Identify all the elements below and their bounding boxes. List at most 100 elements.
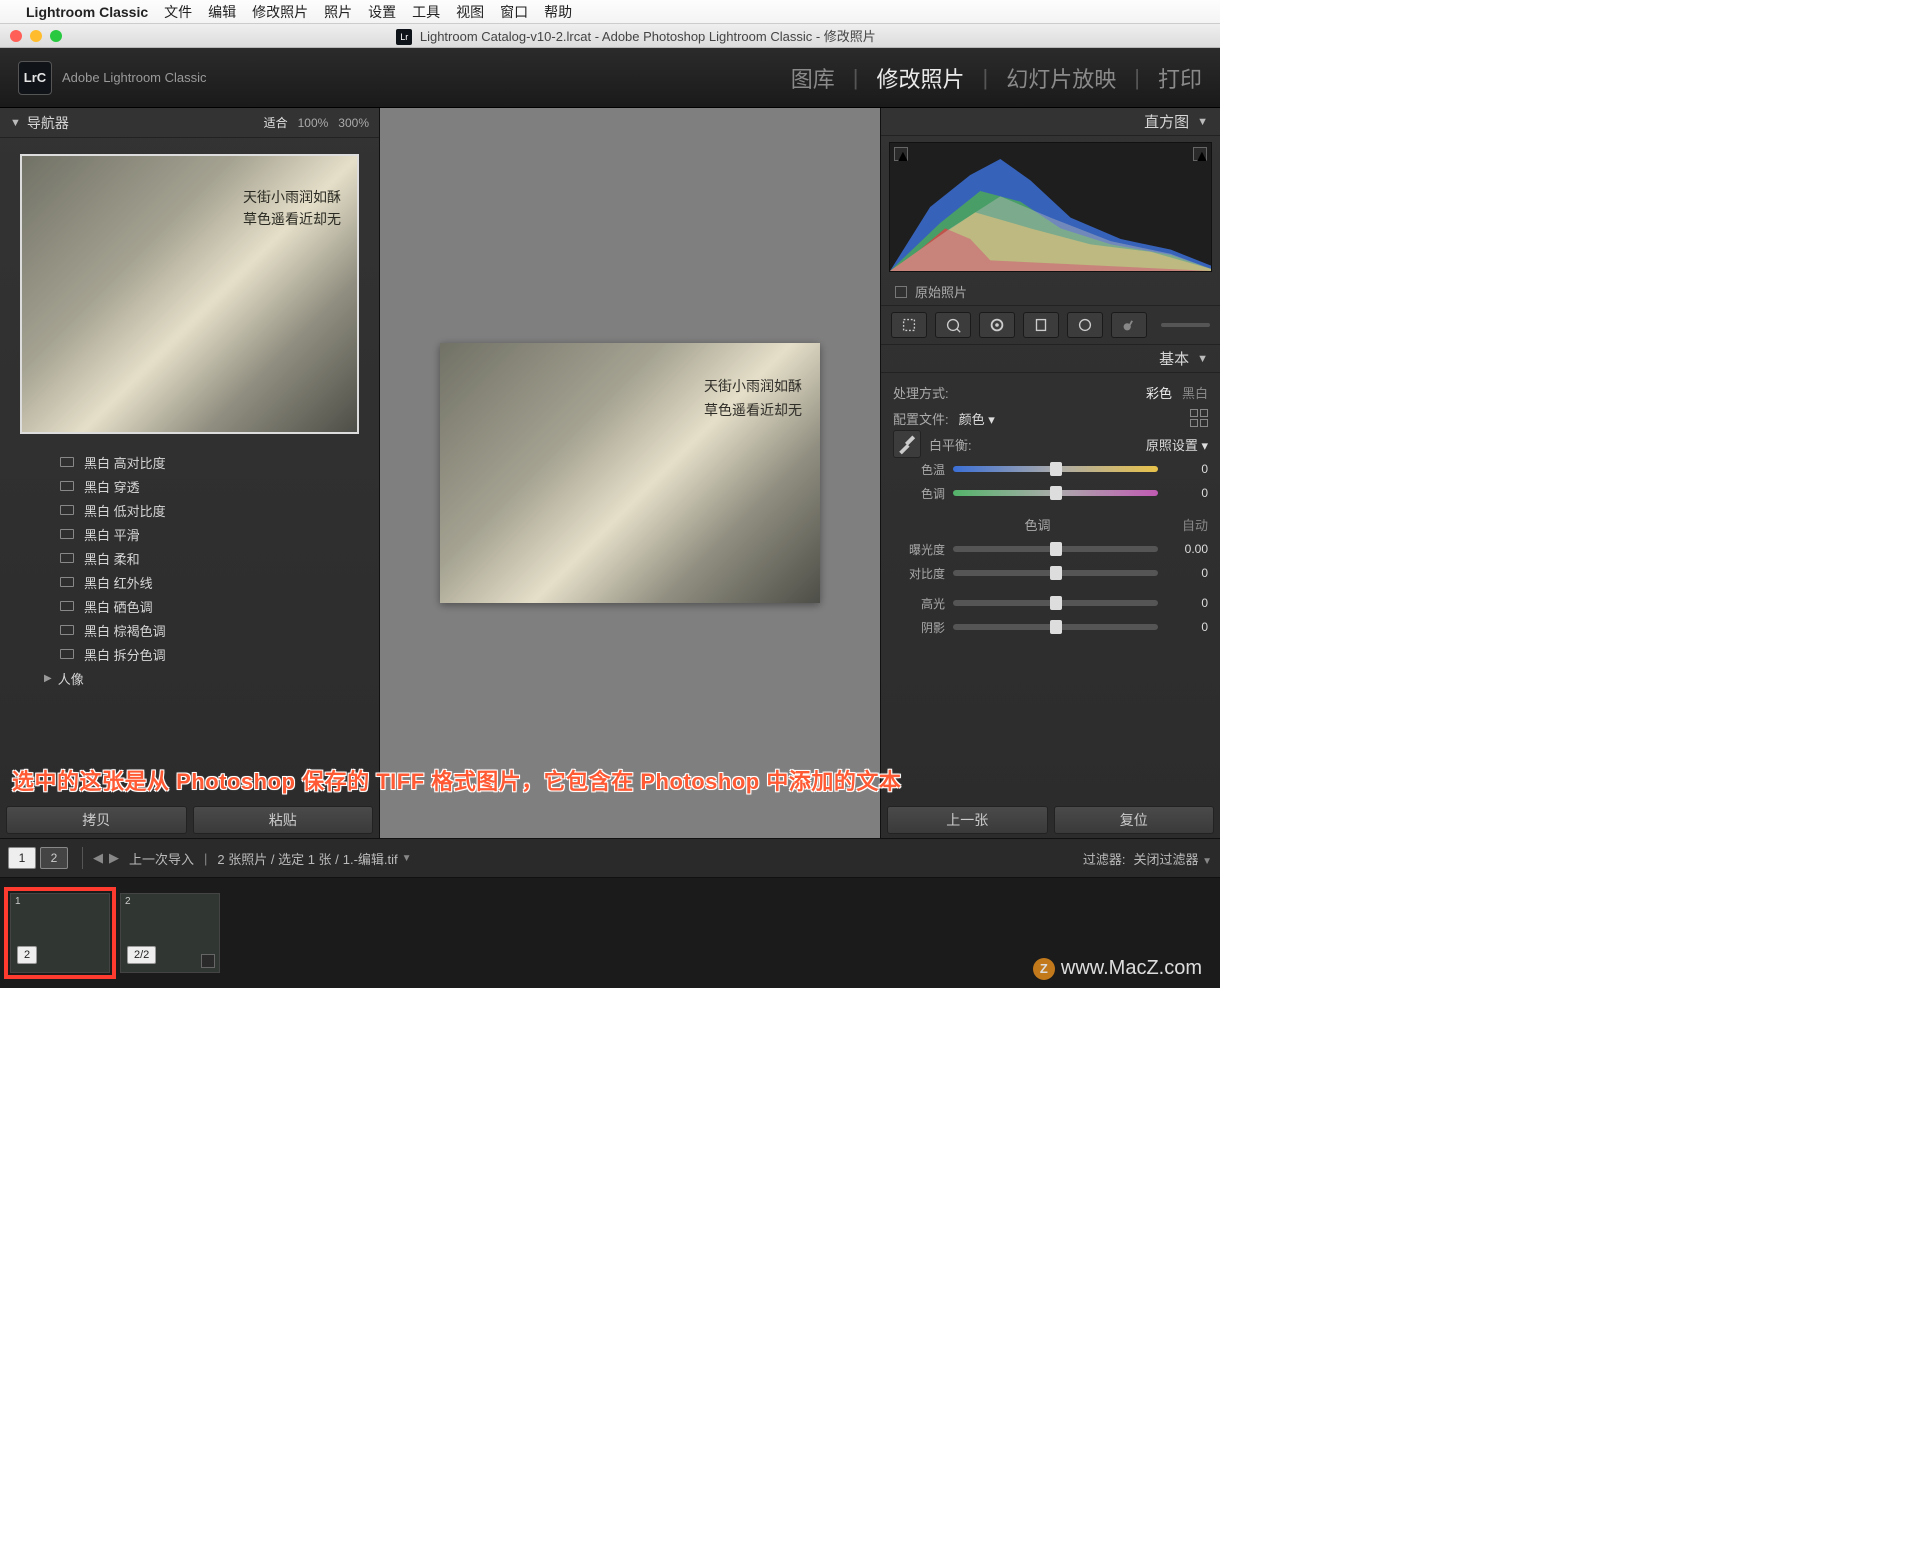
module-library[interactable]: 图库	[791, 62, 835, 94]
workspace: ▼ 导航器 适合 100% 300% 天街小雨润如酥 草色遥看近却无 黑白 高对…	[0, 108, 1220, 838]
auto-tone-button[interactable]: 自动	[1182, 515, 1208, 534]
tint-value[interactable]: 0	[1166, 486, 1208, 500]
zoom-300[interactable]: 300%	[338, 116, 369, 130]
preset-item[interactable]: 黑白 低对比度	[0, 498, 379, 522]
copy-button[interactable]: 拷贝	[6, 806, 187, 834]
preset-group[interactable]: ▶人像	[0, 666, 379, 690]
stack-badge[interactable]: 2/2	[127, 946, 156, 964]
wb-dropdown[interactable]: 原照设置 ▾	[1146, 435, 1208, 454]
module-sep: |	[1134, 65, 1140, 91]
original-label: 原始照片	[915, 282, 967, 301]
crop-tool-icon[interactable]	[891, 312, 927, 338]
checkbox-icon[interactable]	[895, 286, 907, 298]
menu-view[interactable]: 视图	[456, 2, 484, 22]
watermark-text: www.MacZ.com	[1061, 957, 1202, 980]
preset-item[interactable]: 黑白 柔和	[0, 546, 379, 570]
eyedropper-icon[interactable]	[893, 430, 921, 458]
paste-button[interactable]: 粘贴	[193, 806, 374, 834]
exposure-label: 曝光度	[893, 541, 945, 558]
temp-slider[interactable]	[953, 466, 1158, 472]
preset-item[interactable]: 黑白 拆分色调	[0, 642, 379, 666]
window-titlebar: Lr Lightroom Catalog-v10-2.lrcat - Adobe…	[0, 24, 1220, 48]
histogram-header[interactable]: 直方图 ▼	[881, 108, 1220, 136]
shadows-value[interactable]: 0	[1166, 620, 1208, 634]
filter-dropdown[interactable]: 关闭过滤器 ▼	[1133, 849, 1212, 868]
menu-photo[interactable]: 照片	[324, 2, 352, 22]
shadow-clip-icon[interactable]: ▲	[894, 147, 908, 161]
filmstrip-thumb[interactable]: 2 2/2	[120, 893, 220, 973]
module-slideshow[interactable]: 幻灯片放映	[1006, 62, 1116, 94]
preset-item[interactable]: 黑白 硒色调	[0, 594, 379, 618]
exposure-slider[interactable]	[953, 546, 1158, 552]
menu-develop[interactable]: 修改照片	[252, 2, 308, 22]
zoom-icon[interactable]	[50, 30, 62, 42]
menu-help[interactable]: 帮助	[544, 2, 572, 22]
shadows-slider[interactable]	[953, 624, 1158, 630]
menu-edit[interactable]: 编辑	[208, 2, 236, 22]
zoom-fit[interactable]: 适合	[264, 114, 288, 131]
zoom-100[interactable]: 100%	[298, 116, 329, 130]
spot-tool-icon[interactable]	[935, 312, 971, 338]
nav-back-icon[interactable]: ◀	[93, 850, 103, 866]
profile-browser-icon[interactable]	[1190, 409, 1208, 427]
tint-slider[interactable]	[953, 490, 1158, 496]
menu-settings[interactable]: 设置	[368, 2, 396, 22]
menu-file[interactable]: 文件	[164, 2, 192, 22]
menubar-app-name[interactable]: Lightroom Classic	[26, 4, 148, 20]
highlights-value[interactable]: 0	[1166, 596, 1208, 610]
histogram[interactable]: ▲ ▲	[889, 142, 1212, 272]
left-buttons: 拷贝 粘贴	[0, 802, 379, 838]
minimize-icon[interactable]	[30, 30, 42, 42]
canvas-area[interactable]: 天街小雨润如酥 草色遥看近却无 B|A Y|Y ☐ 软打样	[380, 108, 880, 838]
info-strip: 1 2 ◀ ▶ 上一次导入 | 2 张照片 / 选定 1 张 / 1.-编辑.t…	[0, 838, 1220, 878]
brush-tool-icon[interactable]	[1111, 312, 1147, 338]
preset-item[interactable]: 黑白 棕褐色调	[0, 618, 379, 642]
radial-tool-icon[interactable]	[1067, 312, 1103, 338]
grid-size-2[interactable]: 2	[40, 847, 68, 869]
redeye-tool-icon[interactable]	[979, 312, 1015, 338]
navigator-header[interactable]: ▼ 导航器 适合 100% 300%	[0, 108, 379, 138]
app-brand: Adobe Lightroom Classic	[62, 70, 207, 85]
highlights-slider[interactable]	[953, 600, 1158, 606]
window-title: Lr Lightroom Catalog-v10-2.lrcat - Adobe…	[62, 26, 1210, 46]
contrast-value[interactable]: 0	[1166, 566, 1208, 580]
preset-item[interactable]: 黑白 高对比度	[0, 450, 379, 474]
right-buttons: 上一张 复位	[881, 802, 1220, 838]
exposure-value[interactable]: 0.00	[1166, 542, 1208, 556]
module-print[interactable]: 打印	[1158, 62, 1202, 94]
treatment-color[interactable]: 彩色	[1146, 383, 1172, 402]
histogram-title: 直方图	[1144, 111, 1189, 132]
module-develop[interactable]: 修改照片	[877, 62, 965, 94]
preset-item[interactable]: 黑白 平滑	[0, 522, 379, 546]
tool-strip	[881, 305, 1220, 345]
basic-header[interactable]: 基本 ▼	[881, 345, 1220, 373]
menu-window[interactable]: 窗口	[500, 2, 528, 22]
tone-section-label: 色调	[893, 515, 1182, 534]
preset-item[interactable]: 黑白 红外线	[0, 570, 379, 594]
treatment-bw[interactable]: 黑白	[1182, 383, 1208, 402]
preset-icon	[60, 481, 74, 491]
window-title-text: Lightroom Catalog-v10-2.lrcat - Adobe Ph…	[420, 29, 876, 44]
stack-badge[interactable]: 2	[17, 946, 37, 964]
disclosure-icon: ▼	[10, 117, 21, 129]
temp-value[interactable]: 0	[1166, 462, 1208, 476]
filmstrip-thumb-selected[interactable]: 1 2	[10, 893, 110, 973]
preset-item[interactable]: 黑白 穿透	[0, 474, 379, 498]
grid-size-1[interactable]: 1	[8, 847, 36, 869]
nav-fwd-icon[interactable]: ▶	[109, 850, 119, 866]
navigator-preview[interactable]: 天街小雨润如酥 草色遥看近却无	[20, 154, 359, 434]
profile-dropdown[interactable]: 颜色 ▾	[959, 409, 995, 428]
menu-tools[interactable]: 工具	[412, 2, 440, 22]
reset-button[interactable]: 复位	[1054, 806, 1215, 834]
import-source[interactable]: 上一次导入	[129, 849, 194, 868]
lrc-badge-icon: Lr	[396, 29, 412, 45]
close-icon[interactable]	[10, 30, 22, 42]
tool-amount-slider[interactable]	[1161, 323, 1210, 327]
preset-icon	[60, 457, 74, 467]
grad-tool-icon[interactable]	[1023, 312, 1059, 338]
thumb-edit-icon	[201, 954, 215, 968]
highlight-clip-icon[interactable]: ▲	[1193, 147, 1207, 161]
original-photo-row[interactable]: 原始照片	[881, 278, 1220, 305]
contrast-slider[interactable]	[953, 570, 1158, 576]
previous-button[interactable]: 上一张	[887, 806, 1048, 834]
